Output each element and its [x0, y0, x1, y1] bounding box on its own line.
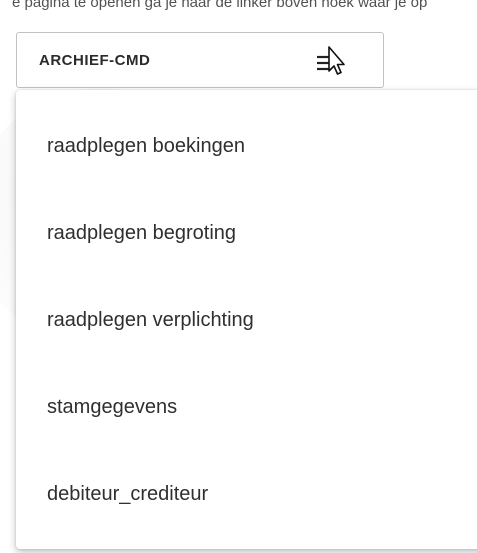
dropdown-menu: raadplegen boekingen raadplegen begrotin…: [16, 90, 477, 549]
screen: e pagina te openen ga je naar de linker …: [0, 0, 477, 553]
archief-cmd-button[interactable]: ARCHIEF-CMD: [16, 32, 384, 88]
menu-item-debiteur-crediteur[interactable]: debiteur_crediteur: [16, 451, 477, 537]
menu-item-raadplegen-verplichting[interactable]: raadplegen verplichting: [16, 277, 477, 363]
instruction-text: e pagina te openen ga je naar de linker …: [12, 0, 428, 11]
trigger-label: ARCHIEF-CMD: [39, 51, 151, 69]
menu-item-stamgegevens[interactable]: stamgegevens: [16, 364, 477, 450]
menu-cursor-icon: [317, 46, 345, 75]
menu-item-raadplegen-boekingen[interactable]: raadplegen boekingen: [16, 103, 477, 189]
menu-item-raadplegen-begroting[interactable]: raadplegen begroting: [16, 190, 477, 276]
